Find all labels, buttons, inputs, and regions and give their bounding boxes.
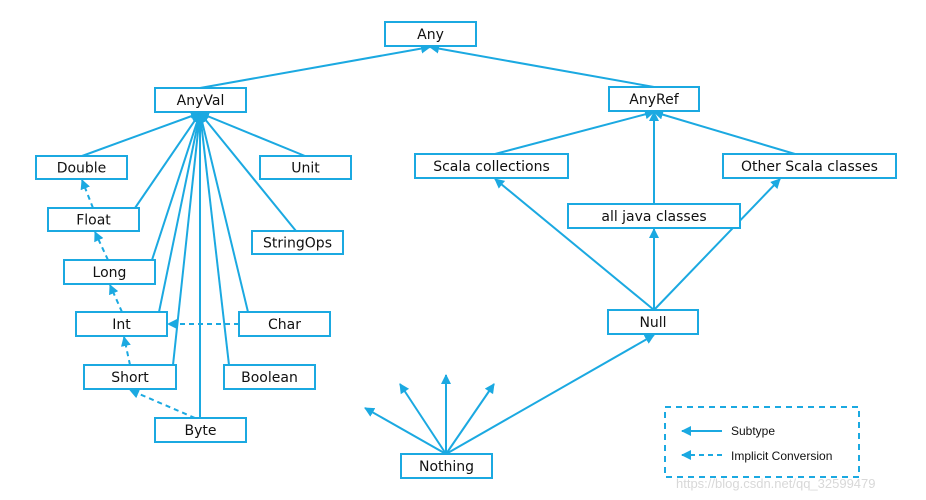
node-label: StringOps <box>263 236 332 252</box>
conversion-arrow-short-to-int <box>120 336 131 366</box>
subtype-arrow-unit-to-anyval <box>199 111 306 157</box>
node-int: Int <box>75 311 168 337</box>
node-any: Any <box>384 21 477 47</box>
subtype-arrow-other_scala-to-anyref <box>653 109 796 155</box>
legend-conversion-label: Implicit Conversion <box>731 449 832 463</box>
node-label: Char <box>268 317 301 333</box>
node-label: Short <box>111 370 149 386</box>
node-short: Short <box>83 364 177 390</box>
node-label: all java classes <box>601 209 706 225</box>
subtype-arrow-anyval-to-any <box>199 43 431 89</box>
node-byte: Byte <box>154 417 247 443</box>
node-scala-collections: Scala collections <box>414 153 569 179</box>
nothing-subtype-arrow-4 <box>445 383 495 455</box>
subtype-arrow-short-to-anyval <box>172 112 205 366</box>
conversion-arrow-float-to-double <box>80 179 94 209</box>
subtype-arrow-double-to-anyval <box>81 111 201 157</box>
conversion-arrow-long-to-float <box>94 231 109 261</box>
legend-subtype-label: Subtype <box>731 424 775 438</box>
node-label: Boolean <box>241 370 298 386</box>
node-label: Scala collections <box>433 159 550 175</box>
scala-type-hierarchy-diagram: Any AnyVal AnyRef Double Unit Float Long String… <box>35 21 897 491</box>
node-label: AnyVal <box>177 93 225 109</box>
nothing-subtype-arrow-1 <box>364 407 447 455</box>
conversion-arrow-int-to-long <box>109 284 123 313</box>
node-anyval: AnyVal <box>154 87 247 113</box>
node-unit: Unit <box>259 155 352 180</box>
watermark: https://blog.csdn.net/qq_32599479 <box>676 476 876 491</box>
node-nothing: Nothing <box>400 453 493 479</box>
node-label: Byte <box>185 423 217 439</box>
node-null: Null <box>607 309 699 335</box>
node-label: Int <box>112 317 131 333</box>
node-stringops: StringOps <box>251 230 344 255</box>
subtype-arrow-null-to-other_scala <box>653 178 781 311</box>
node-float: Float <box>47 207 140 232</box>
subtype-arrow-scala_collections-to-anyref <box>494 109 655 155</box>
node-other-scala: Other Scala classes <box>722 153 897 179</box>
node-long: Long <box>63 259 156 285</box>
node-label: AnyRef <box>629 92 679 108</box>
subtype-arrow-anyref-to-any <box>429 43 655 88</box>
node-label: Float <box>76 213 111 229</box>
nothing-subtype-arrow-2 <box>399 383 447 455</box>
node-boolean: Boolean <box>223 364 316 390</box>
subtype-arrow-nothing-to-null <box>445 334 655 455</box>
subtype-arrow-null-to-scala_collections <box>494 178 655 311</box>
node-anyref: AnyRef <box>608 86 700 112</box>
node-double: Double <box>35 155 128 180</box>
conversion-arrow-byte-to-short <box>129 388 196 419</box>
node-char: Char <box>238 311 331 337</box>
legend: Subtype Implicit Conversion <box>664 406 860 478</box>
subtype-arrow-boolean-to-anyval <box>196 112 230 366</box>
node-label: Any <box>417 27 444 43</box>
node-label: Null <box>639 315 666 331</box>
node-label: Other Scala classes <box>741 159 878 175</box>
node-label: Unit <box>291 161 320 177</box>
node-label: Nothing <box>419 459 474 475</box>
node-label: Double <box>57 161 107 177</box>
node-java-classes: all java classes <box>567 203 741 229</box>
node-label: Long <box>93 265 127 281</box>
